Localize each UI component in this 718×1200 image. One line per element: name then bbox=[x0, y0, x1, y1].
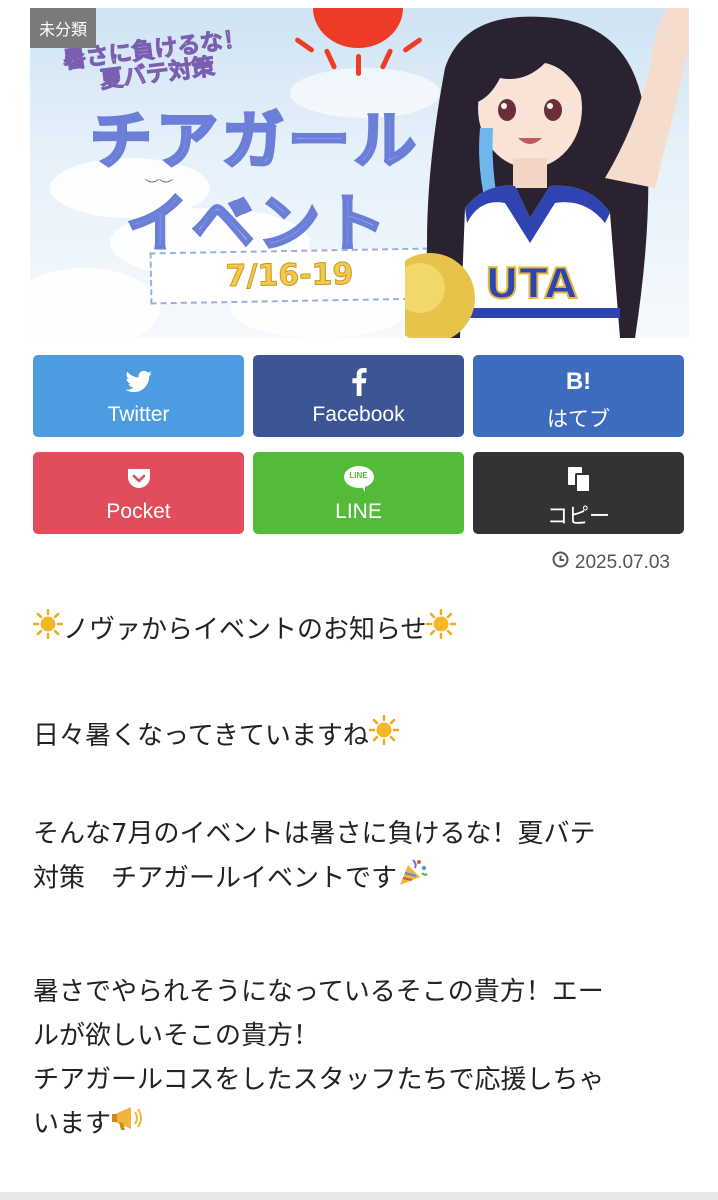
twitter-share-button[interactable]: Twitter bbox=[33, 355, 244, 437]
cloud-decoration bbox=[30, 268, 160, 338]
post-paragraph-1: ノヴァからイベントのお知らせ bbox=[32, 608, 693, 653]
event-banner-image[interactable]: 暑さに負けるな！ 夏バテ対策 チアガール イベント ︶︶ 7/16-19 UTA… bbox=[30, 8, 689, 338]
hatena-bookmark-button[interactable]: B! はてブ bbox=[473, 355, 684, 437]
hatena-share-label: はてブ bbox=[547, 408, 610, 431]
post-p4-line3: チアガールコスをしたスタッフたちで応援しちゃ bbox=[33, 1065, 605, 1095]
pocket-icon bbox=[33, 464, 244, 494]
line-share-label: LINE bbox=[335, 500, 382, 523]
sun-ray bbox=[379, 47, 394, 71]
sun-emoji-icon bbox=[368, 714, 400, 759]
sun-ray bbox=[323, 47, 338, 71]
facebook-share-button[interactable]: Facebook bbox=[253, 355, 464, 437]
copy-link-button[interactable]: コピー bbox=[473, 452, 684, 534]
twitter-share-label: Twitter bbox=[107, 403, 170, 426]
post-p2-text: 日々暑くなってきていますね bbox=[33, 721, 369, 751]
category-badge[interactable]: 未分類 bbox=[30, 8, 97, 48]
post-p4-line2: ルが欲しいそこの貴方！ bbox=[33, 1021, 320, 1051]
sun-ray bbox=[356, 54, 361, 76]
post-p3-line2: 対策 チアガールイベントです bbox=[33, 863, 398, 894]
hatena-icon-text: B! bbox=[565, 368, 592, 395]
banner-date-ribbon: 7/16-19 bbox=[149, 247, 430, 305]
clock-icon bbox=[552, 551, 569, 574]
post-p1-text: ノヴァからイベントのお知らせ bbox=[63, 615, 427, 645]
facebook-share-label: Facebook bbox=[312, 403, 405, 426]
post-date: 2025.07.03 bbox=[552, 551, 670, 574]
pocket-share-label: Pocket bbox=[106, 500, 171, 523]
twitter-bird-icon bbox=[33, 367, 244, 397]
sun-emoji-icon bbox=[426, 608, 457, 653]
megaphone-icon bbox=[111, 1103, 145, 1147]
sun-emoji-icon bbox=[32, 608, 64, 653]
uniform-logo: UTA bbox=[485, 259, 577, 308]
post-p4-line1: 暑さでやられそうになっているそこの貴方！エー bbox=[33, 977, 604, 1007]
copy-icon bbox=[473, 464, 684, 494]
line-icon: LINE bbox=[253, 464, 464, 494]
post-p3-line1: そんな7月のイベントは暑さに負けるな！夏バテ bbox=[33, 819, 596, 849]
copy-share-label: コピー bbox=[547, 505, 610, 528]
sun-icon bbox=[313, 8, 403, 48]
cheerleader-illustration: UTA bbox=[385, 8, 689, 338]
banner-title-line1: チアガール bbox=[88, 103, 421, 179]
facebook-f-icon bbox=[253, 367, 464, 397]
party-popper-icon bbox=[397, 856, 429, 902]
pocket-share-button[interactable]: Pocket bbox=[33, 452, 244, 534]
hatena-bookmark-icon: B! bbox=[473, 367, 684, 397]
post-paragraph-3: そんな7月のイベントは暑さに負けるな！夏バテ 対策 チアガールイベントです bbox=[33, 812, 693, 902]
bird-icon: ︶︶ bbox=[145, 179, 173, 195]
line-icon-text: LINE bbox=[349, 471, 368, 480]
post-p4-line4: います bbox=[33, 1109, 112, 1139]
post-paragraph-2: 日々暑くなってきていますね bbox=[33, 714, 693, 759]
line-share-button[interactable]: LINE LINE bbox=[253, 452, 464, 534]
sun-ray bbox=[294, 36, 315, 54]
bottom-scroll-edge bbox=[0, 1192, 718, 1200]
post-paragraph-4: 暑さでやられそうになっているそこの貴方！エー ルが欲しいそこの貴方！ チアガール… bbox=[33, 970, 693, 1147]
post-date-text: 2025.07.03 bbox=[574, 551, 670, 573]
